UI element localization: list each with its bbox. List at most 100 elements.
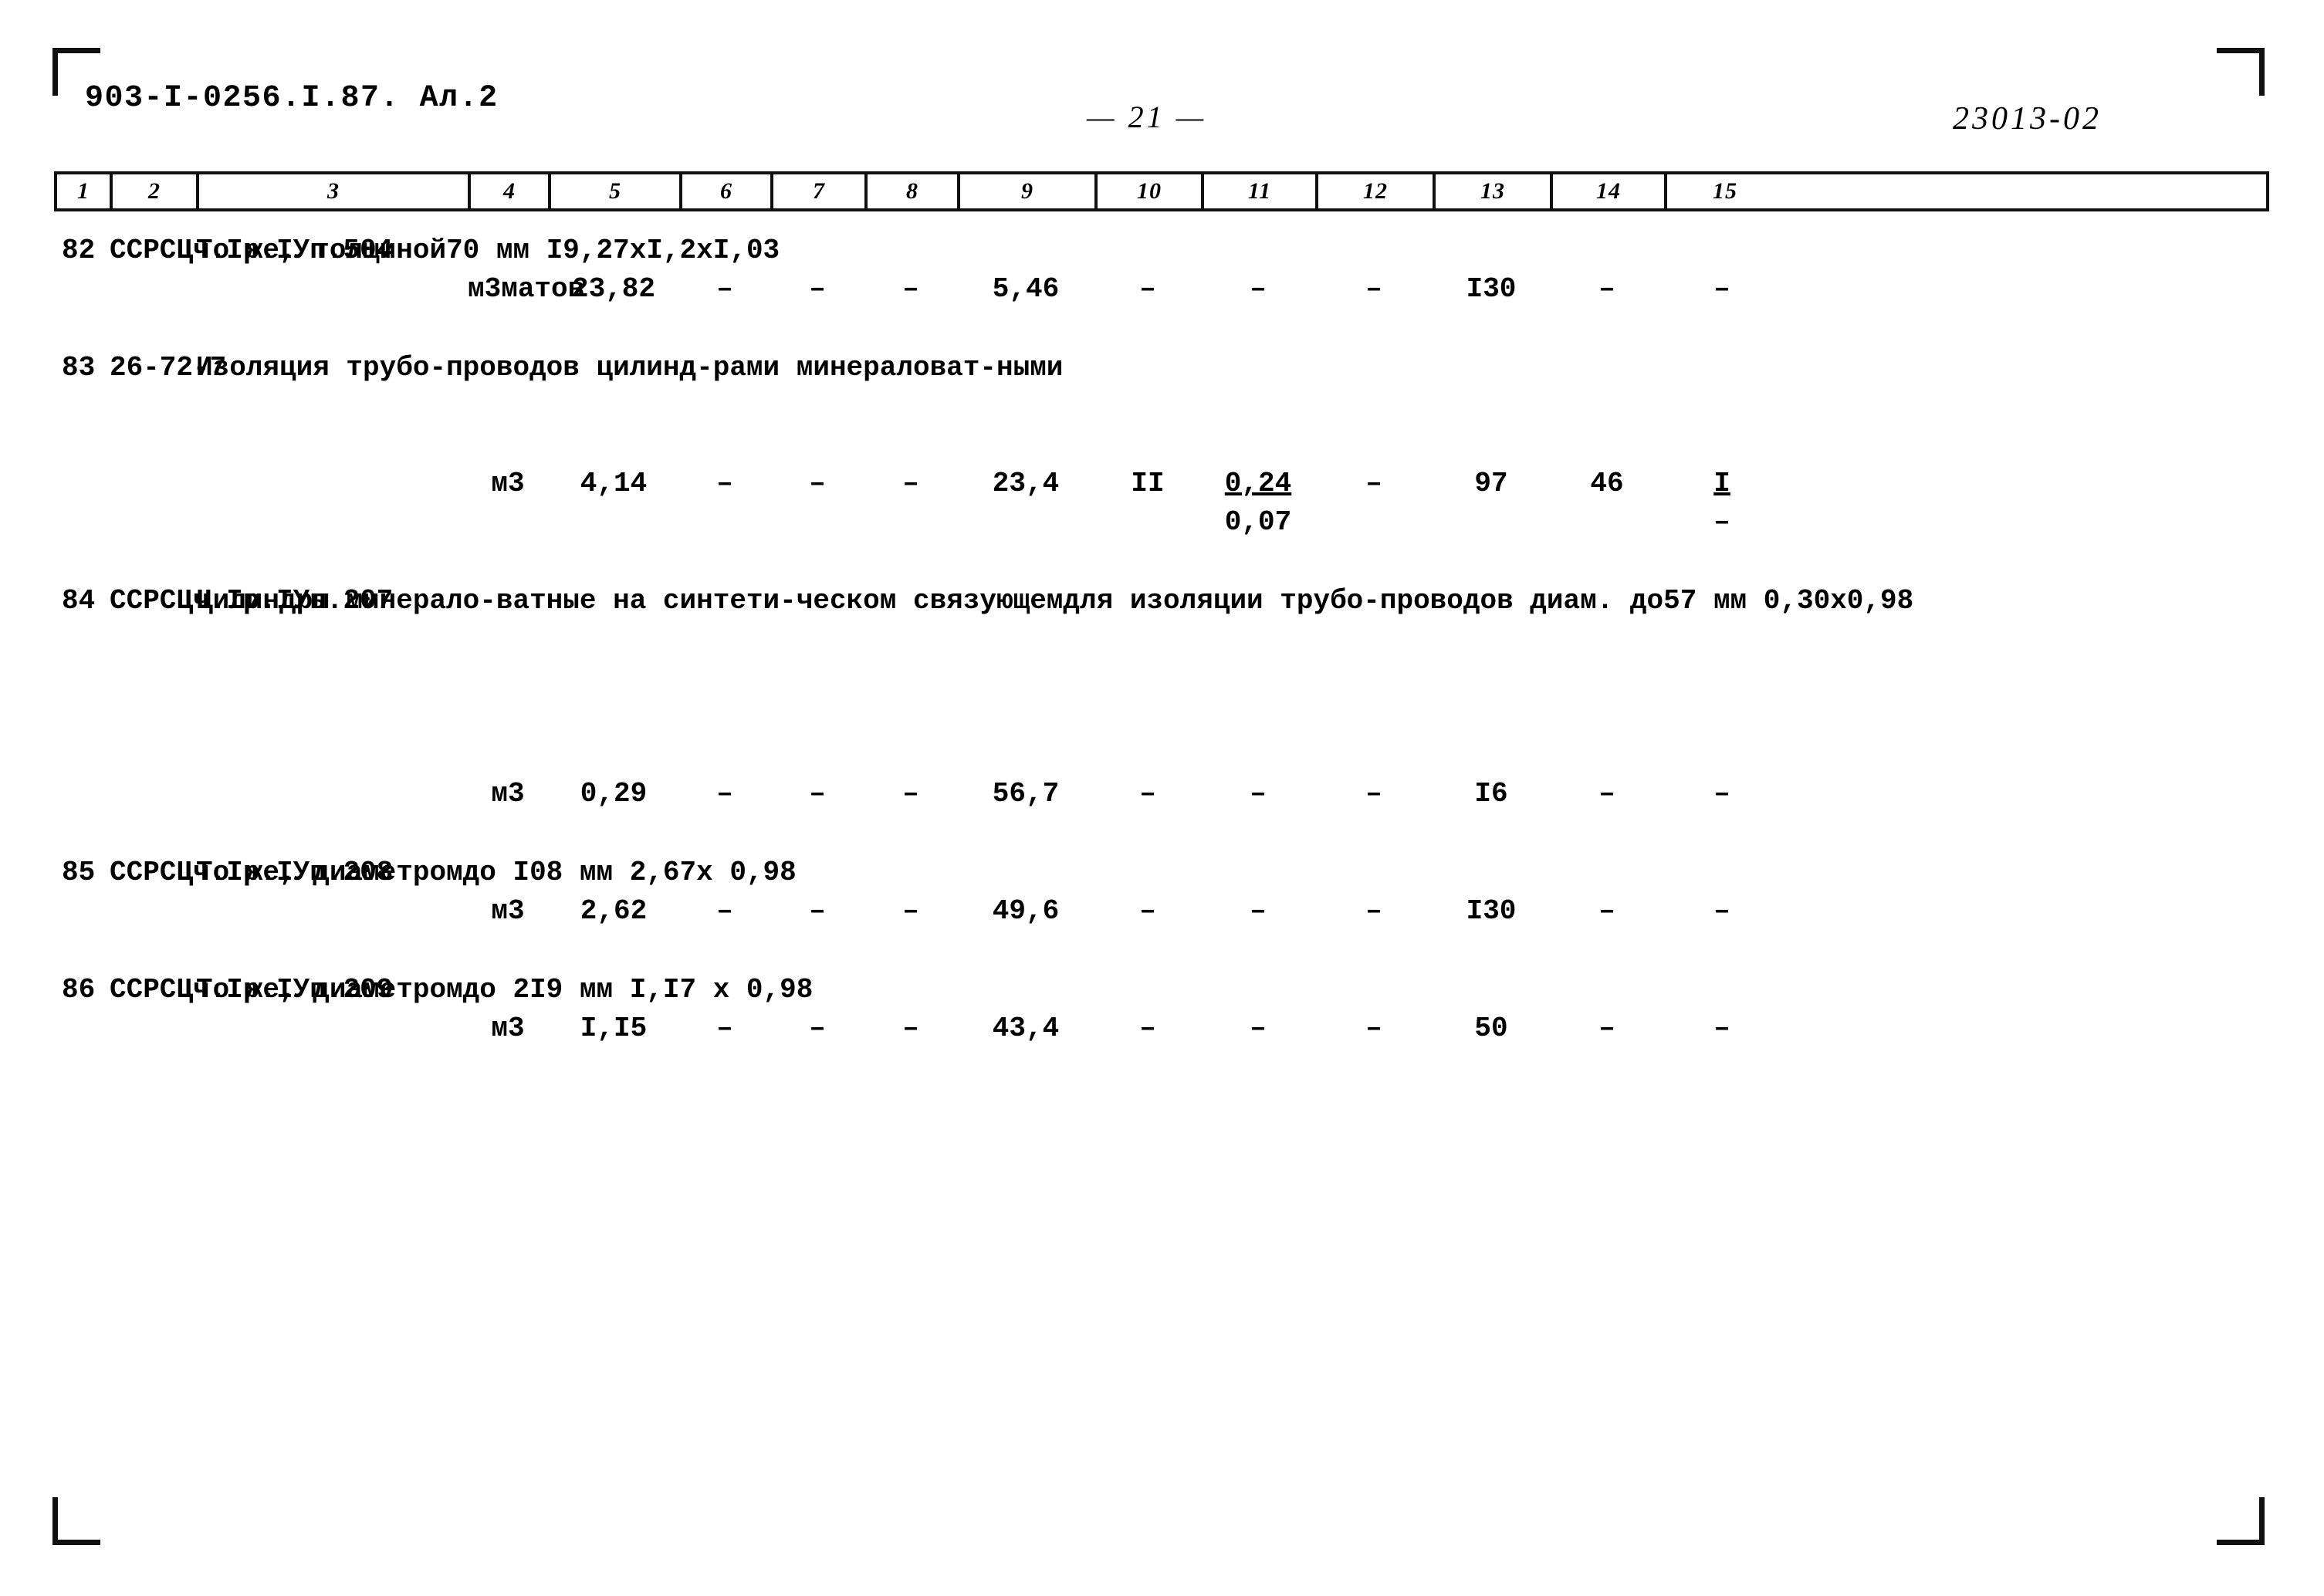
row-unit: м3 [468, 971, 548, 1048]
row-number: 83 [62, 352, 96, 384]
value-col-10: – [1139, 778, 1156, 810]
value-col-7: – [809, 895, 826, 927]
value-col-11: – [1250, 1013, 1267, 1044]
unit-line: м3 [491, 1013, 525, 1044]
value-col-12: – [1365, 778, 1382, 810]
column-header-10: 10 [1098, 174, 1204, 208]
description-line: То же, диаметром [196, 974, 463, 1006]
value-col-5: 23,82 [571, 273, 656, 305]
value-col-15: – [1713, 895, 1730, 927]
row-norm-code: ССРСЦч.Iр.IУп.504 [110, 232, 393, 270]
table-column-number-strip: 1 2 3 4 5 6 7 8 9 10 11 12 13 14 15 [54, 171, 2269, 211]
description-line: То же, диаметром [196, 857, 463, 888]
value-col-13: 50 [1474, 1013, 1508, 1044]
column-header-7: 7 [773, 174, 868, 208]
norm-code-line: ССРСЦ [110, 857, 194, 888]
row-norm-code: ССРСЦч.Iр.IУп.209 [110, 971, 393, 1009]
row-description: То же, диаметромдо I08 мм 2,67x 0,98 [196, 854, 797, 892]
value-col-11: 0,24 0,07 [1201, 349, 1315, 542]
value-col-10: II [1131, 468, 1165, 499]
value-col-9: 49,6 [992, 895, 1060, 927]
value-col-8: – [902, 1013, 919, 1044]
value-col-13: 97 [1474, 468, 1508, 499]
column-header-11: 11 [1204, 174, 1318, 208]
row-number: 82 [62, 235, 96, 266]
value-col-11-bottom: 0,07 [1224, 506, 1292, 538]
unit-line: м3 [491, 895, 525, 927]
value-col-11-top: 0,24 [1224, 468, 1292, 499]
description-line: 0,30x0,98 [1763, 585, 1914, 617]
row-norm-code: ССРСЦч.Iр.IУп.207 [110, 582, 393, 620]
value-col-10: – [1139, 1013, 1156, 1044]
value-col-9: 43,4 [992, 1013, 1060, 1044]
value-col-9: 56,7 [992, 778, 1060, 810]
description-line: Цилиндры минерало- [196, 585, 496, 617]
value-col-5: 4,14 [580, 468, 648, 499]
row-description: Цилиндры минерало-ватные на синтети-ческ… [196, 582, 1913, 620]
row-unit: м3 [468, 582, 548, 813]
row-number: 85 [62, 857, 96, 888]
row-number: 84 [62, 585, 96, 617]
value-col-8: – [902, 273, 919, 305]
row-number: 86 [62, 974, 96, 1006]
value-col-15: I – [1664, 349, 1780, 542]
row-norm-code: 26-72-7 [110, 349, 226, 387]
unit-line: м3 [468, 273, 502, 305]
value-col-10: – [1139, 895, 1156, 927]
value-col-8: – [902, 778, 919, 810]
value-col-14: – [1598, 273, 1615, 305]
value-col-7: – [809, 778, 826, 810]
value-col-14: 46 [1590, 468, 1624, 499]
column-header-15: 15 [1713, 178, 1737, 204]
value-col-6: – [716, 778, 733, 810]
value-col-14: – [1598, 778, 1615, 810]
value-col-15-bottom: – [1713, 506, 1730, 538]
value-col-14: – [1598, 895, 1615, 927]
norm-code-line: ССРСЦ [110, 974, 194, 1006]
table-row: 85 ССРСЦч.Iр.IУп.208 То же, диаметромдо I0… [54, 854, 2269, 931]
value-col-12: – [1365, 468, 1382, 499]
value-col-10: – [1139, 273, 1156, 305]
value-col-13: I30 [1466, 895, 1517, 927]
value-col-12: – [1365, 1013, 1382, 1044]
value-col-7: – [809, 273, 826, 305]
row-unit: м3матов [468, 232, 584, 309]
column-header-4: 4 [471, 174, 551, 208]
value-col-5: 2,62 [580, 895, 648, 927]
column-header-6: 6 [682, 174, 773, 208]
value-col-11: – [1250, 273, 1267, 305]
value-col-15: – [1713, 1013, 1730, 1044]
value-col-13: I30 [1466, 273, 1517, 305]
row-unit: м3 [468, 349, 548, 503]
table-body: 82 ССРСЦч.Iр.IУп.504 То же, толщиной70 мм … [54, 232, 2269, 1048]
row-norm-code: ССРСЦч.Iр.IУп.208 [110, 854, 393, 892]
value-col-11: – [1250, 895, 1267, 927]
value-col-5: 0,29 [580, 778, 648, 810]
sheet-code: 23013-02 [1953, 101, 2102, 137]
row-unit: м3 [468, 854, 548, 931]
column-header-8: 8 [868, 174, 960, 208]
description-line: То же, толщиной [196, 235, 447, 266]
value-col-13: I6 [1474, 778, 1508, 810]
crop-mark-bottom-left [52, 1497, 100, 1545]
value-col-15-top: I [1713, 468, 1730, 499]
document-code: 903-I-0256.I.87. Ал.2 [85, 81, 499, 116]
page-number: — 21 — [1087, 100, 1207, 134]
value-col-11: – [1250, 778, 1267, 810]
norm-code-line: 26-7 [110, 352, 177, 384]
value-col-6: – [716, 1013, 733, 1044]
unit-line: м3 [491, 468, 525, 499]
column-header-14: 14 [1553, 174, 1667, 208]
column-header-9: 9 [960, 174, 1098, 208]
scanned-document-page: 903-I-0256.I.87. Ал.2 — 21 — 23013-02 12… [0, 0, 2324, 1596]
column-header-1: 1 [57, 174, 113, 208]
value-col-8: – [902, 468, 919, 499]
value-col-6: – [716, 468, 733, 499]
value-col-15: – [1713, 273, 1730, 305]
column-header-3: 3 [199, 174, 471, 208]
table-row: 82 ССРСЦч.Iр.IУп.504 То же, толщиной70 мм … [54, 232, 2269, 309]
value-col-14: – [1598, 1013, 1615, 1044]
unit-line: м3 [491, 778, 525, 810]
column-header-13: 13 [1436, 174, 1553, 208]
column-header-2: 2 [113, 174, 199, 208]
